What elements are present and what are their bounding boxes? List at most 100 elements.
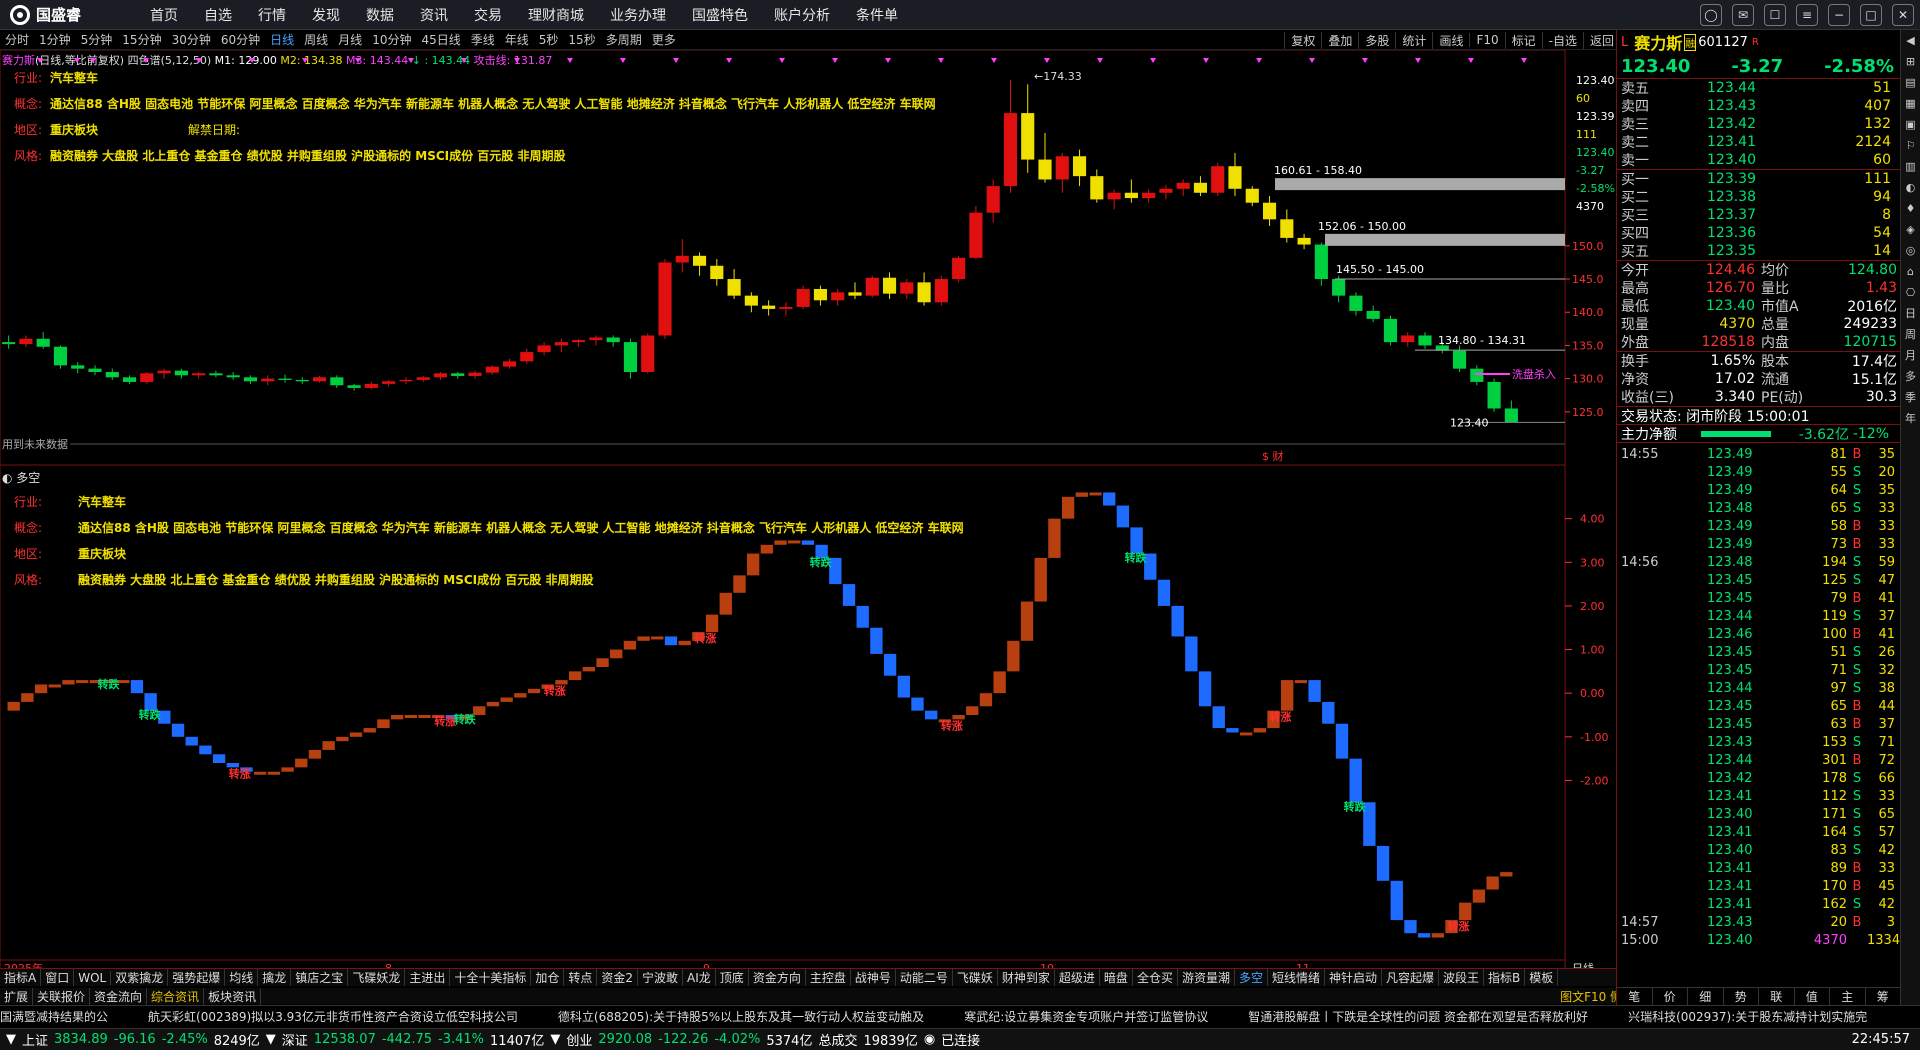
indicator-tab-18[interactable]: 主控盘 (806, 969, 851, 986)
panel-tab-4[interactable]: 联 (1759, 988, 1795, 1005)
panel-tab-0[interactable]: 笔 (1617, 988, 1653, 1005)
period-tab-3[interactable]: 15分钟 (122, 31, 161, 48)
indicator-tab-27[interactable]: 多空 (1235, 969, 1268, 986)
nav-item-10[interactable]: 账户分析 (774, 5, 830, 25)
sidebar-period-4[interactable]: 季 (1905, 391, 1916, 404)
sidebar-icon-10[interactable]: ◎ (1906, 244, 1916, 257)
menu-icon[interactable]: ≡ (1796, 4, 1818, 26)
indicator-tab-21[interactable]: 飞碟妖 (953, 969, 998, 986)
tool-button-0[interactable]: 复权 (1284, 31, 1321, 49)
close-icon[interactable]: ✕ (1892, 4, 1914, 26)
period-tab-13[interactable]: 5秒 (539, 31, 559, 48)
nav-item-0[interactable]: 首页 (150, 5, 178, 25)
indicator-tab-17[interactable]: 资金方向 (749, 969, 806, 986)
nav-item-7[interactable]: 理财商城 (528, 5, 584, 25)
sidebar-period-1[interactable]: 周 (1905, 328, 1916, 341)
sidebar-icon-7[interactable]: ◐ (1906, 181, 1916, 194)
news-item-4[interactable]: 智通港股解盘丨下跌是全球性的问题 资金都在观望是否释放利好 (1248, 1008, 1588, 1025)
indicator-tab-32[interactable]: 指标B (1484, 969, 1526, 986)
sidebar-icon-11[interactable]: ⌂ (1907, 265, 1914, 278)
panel-tab-5[interactable]: 值 (1795, 988, 1830, 1005)
period-tab-6[interactable]: 日线 (270, 31, 294, 48)
indicator-tab-30[interactable]: 凡容起爆 (1382, 969, 1440, 986)
indicator-tab-6[interactable]: 擒龙 (258, 969, 292, 986)
ask-row-1[interactable]: 卖四 123.43 407 (1617, 97, 1900, 115)
indicator-tab-19[interactable]: 战神号 (851, 969, 896, 986)
news-item-5[interactable]: 兴瑞科技(002937):关于股东减持计划实施完 (1628, 1008, 1867, 1025)
indicator-tab-8[interactable]: 飞碟妖龙 (348, 969, 406, 986)
nav-item-2[interactable]: 行情 (258, 5, 286, 25)
indicator-tab-15[interactable]: AI龙 (683, 969, 716, 986)
tool-button-1[interactable]: 叠加 (1321, 31, 1358, 49)
sidebar-icon-1[interactable]: ⊞ (1906, 55, 1915, 68)
info-tab-2[interactable]: 资金流向 (90, 987, 148, 1005)
message-icon[interactable]: ✉ (1732, 4, 1754, 26)
news-item-1[interactable]: 航天彩虹(002389)拟以3.93亿元非货币性资产合资设立低空科技公司 (148, 1008, 518, 1025)
indicator-tab-31[interactable]: 波段王 (1439, 969, 1485, 986)
nav-item-3[interactable]: 发现 (312, 5, 340, 25)
period-tab-15[interactable]: 多周期 (606, 31, 642, 48)
indicator-tab-16[interactable]: 顶底 (716, 969, 749, 986)
bid-row-1[interactable]: 买二 123.38 94 (1617, 188, 1900, 206)
ask-row-2[interactable]: 卖三 123.42 132 (1617, 115, 1900, 133)
sz-index[interactable]: 12538.07 (314, 1032, 376, 1047)
panel-tab-6[interactable]: 主 (1830, 988, 1866, 1005)
indicator-tab-5[interactable]: 均线 (225, 969, 259, 986)
nav-item-6[interactable]: 交易 (474, 5, 502, 25)
indicator-tab-13[interactable]: 资金2 (597, 969, 639, 986)
indicator-tab-1[interactable]: 窗口 (41, 969, 75, 986)
sidebar-icon-6[interactable]: ▥ (1905, 160, 1915, 173)
period-tab-9[interactable]: 10分钟 (372, 31, 411, 48)
indicator-tab-23[interactable]: 超级进 (1055, 969, 1100, 986)
news-item-2[interactable]: 德科立(688205):关于持股5%以上股东及其一致行动人权益变动触及 (558, 1008, 924, 1025)
nav-item-1[interactable]: 自选 (204, 5, 232, 25)
sidebar-icon-2[interactable]: ▤ (1905, 76, 1915, 89)
news-item-0[interactable]: 国满暨减持结果的公 (0, 1008, 108, 1025)
indicator-tab-12[interactable]: 转点 (564, 969, 598, 986)
minimize-icon[interactable]: − (1828, 4, 1850, 26)
panel-tab-3[interactable]: 势 (1724, 988, 1759, 1005)
kline-chart[interactable]: 赛力斯(日线,等比前复权) 四色谱(5,12,50) M1: 129.00 M2… (0, 50, 1620, 975)
tool-button-7[interactable]: -自选 (1541, 31, 1583, 49)
sidebar-icon-5[interactable]: ⚐ (1906, 139, 1916, 152)
sidebar-icon-0[interactable]: ◀ (1906, 34, 1914, 47)
indicator-tab-20[interactable]: 动能二号 (896, 969, 953, 986)
panel-tab-1[interactable]: 价 (1653, 988, 1688, 1005)
bid-row-0[interactable]: 买一 123.39 111 (1617, 170, 1900, 188)
skin-icon[interactable]: ☐ (1764, 4, 1786, 26)
indicator-tab-22[interactable]: 财神到家 (998, 969, 1055, 986)
period-tab-11[interactable]: 季线 (471, 31, 495, 48)
period-tab-2[interactable]: 5分钟 (81, 31, 113, 48)
indicator-tab-11[interactable]: 加仓 (531, 969, 565, 986)
info-tab-0[interactable]: 扩展 (0, 987, 34, 1005)
bid-row-2[interactable]: 买三 123.37 8 (1617, 206, 1900, 224)
ask-row-4[interactable]: 卖一 123.40 60 (1617, 151, 1900, 169)
bid-row-3[interactable]: 买四 123.36 54 (1617, 224, 1900, 242)
indicator-tab-4[interactable]: 强势起爆 (168, 969, 226, 986)
nav-item-9[interactable]: 国盛特色 (692, 5, 748, 25)
sidebar-period-3[interactable]: 多 (1905, 370, 1916, 383)
nav-item-4[interactable]: 数据 (366, 5, 394, 25)
indicator-tab-3[interactable]: 双紫擒龙 (111, 969, 169, 986)
tool-button-8[interactable]: 返回 (1582, 31, 1620, 49)
news-item-3[interactable]: 寒武纪:设立募集资金专项账户并签订监管协议 (964, 1008, 1208, 1025)
indicator-tab-14[interactable]: 宁波敢 (638, 969, 684, 986)
period-tab-0[interactable]: 分时 (5, 31, 29, 48)
period-tab-10[interactable]: 45日线 (421, 31, 460, 48)
ask-row-0[interactable]: 卖五 123.44 51 (1617, 79, 1900, 97)
indicator-tab-9[interactable]: 主进出 (405, 969, 451, 986)
indicator-tab-24[interactable]: 暗盘 (1100, 969, 1133, 986)
nav-item-11[interactable]: 条件单 (856, 5, 898, 25)
period-tab-7[interactable]: 周线 (304, 31, 328, 48)
sidebar-icon-3[interactable]: ▦ (1905, 97, 1915, 110)
tool-button-5[interactable]: F10 (1469, 33, 1504, 47)
info-tab-4[interactable]: 板块资讯 (204, 987, 262, 1005)
indicator-tab-2[interactable]: WOL (74, 970, 112, 985)
ask-row-3[interactable]: 卖二 123.41 2124 (1617, 133, 1900, 151)
period-tab-5[interactable]: 60分钟 (221, 31, 260, 48)
tool-button-3[interactable]: 统计 (1395, 31, 1432, 49)
panel-tab-2[interactable]: 细 (1688, 988, 1724, 1005)
tool-button-4[interactable]: 画线 (1432, 31, 1469, 49)
sidebar-icon-8[interactable]: ♦ (1906, 202, 1916, 215)
period-tab-8[interactable]: 月线 (338, 31, 362, 48)
